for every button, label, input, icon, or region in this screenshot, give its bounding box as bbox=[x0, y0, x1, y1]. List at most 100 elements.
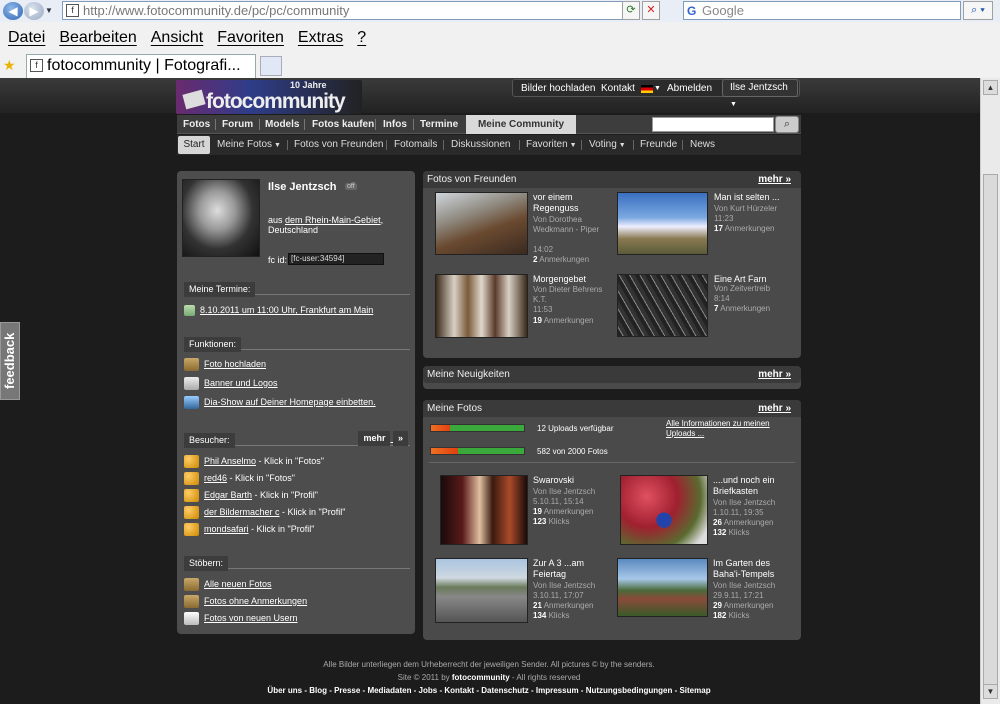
menu-extras[interactable]: Extras bbox=[298, 26, 343, 50]
menu-bearbeiten[interactable]: Bearbeiten bbox=[59, 26, 136, 50]
user-dropdown-icon: ▼ bbox=[730, 101, 737, 108]
search-icon[interactable]: ⌕ bbox=[775, 116, 799, 133]
footer-links[interactable]: Über uns - Blog - Presse - Mediadaten - … bbox=[177, 684, 801, 697]
feedback-tab[interactable]: feedback bbox=[0, 322, 20, 400]
site-logo[interactable]: 10 Jahre fotocommunity bbox=[176, 80, 362, 114]
menu-ansicht[interactable]: Ansicht bbox=[151, 26, 203, 50]
language-dropdown-icon[interactable]: ▼ bbox=[654, 81, 661, 96]
browser-tab[interactable]: f fotocommunity | Fotografi... bbox=[26, 54, 256, 78]
address-bar[interactable]: f http://www.fotocommunity.de/pc/pc/comm… bbox=[62, 1, 638, 20]
browse-row[interactable]: Fotos ohne Anmerkungen bbox=[184, 595, 307, 609]
visitor-link[interactable]: mondsafari bbox=[204, 524, 249, 534]
subnav-news[interactable]: News bbox=[690, 135, 715, 155]
page-scrollbar[interactable]: ▲ ▼ bbox=[980, 78, 1000, 704]
region-link[interactable]: dem Rhein-Main-Gebiet bbox=[285, 215, 381, 225]
upload-function-link[interactable]: Foto hochladen bbox=[204, 359, 266, 369]
nav-fotos-kaufen[interactable]: Fotos kaufen bbox=[312, 115, 374, 134]
menu-datei[interactable]: Datei bbox=[8, 26, 45, 50]
site-search-input[interactable] bbox=[652, 117, 774, 132]
stop-icon[interactable]: ✕ bbox=[642, 1, 660, 20]
browse-row[interactable]: Alle neuen Fotos bbox=[184, 578, 272, 592]
menu-help[interactable]: ? bbox=[357, 26, 366, 50]
language-flag-icon[interactable] bbox=[641, 85, 653, 93]
subnav-voting[interactable]: Voting ▼ bbox=[589, 135, 626, 156]
visitor-link[interactable]: red46 bbox=[204, 473, 227, 483]
footer-site-link[interactable]: fotocommunity bbox=[452, 673, 510, 682]
avatar[interactable] bbox=[182, 179, 260, 257]
photo-thumbnail[interactable] bbox=[440, 475, 528, 545]
photo-thumbnail[interactable] bbox=[617, 274, 708, 337]
back-button[interactable]: ◀ bbox=[3, 2, 23, 20]
menu-favoriten[interactable]: Favoriten bbox=[217, 26, 284, 50]
subnav-fotomails[interactable]: Fotomails bbox=[394, 135, 437, 155]
scroll-down-icon[interactable]: ▼ bbox=[983, 684, 998, 699]
photo-thumbnail[interactable] bbox=[435, 274, 528, 338]
nav-models[interactable]: Models bbox=[265, 115, 299, 134]
photos-no-comments-link[interactable]: Fotos ohne Anmerkungen bbox=[204, 596, 307, 606]
photo-title[interactable]: Im Garten des Baha'i-Tempels bbox=[713, 558, 798, 580]
nav-infos[interactable]: Infos bbox=[383, 115, 407, 134]
photo-thumbnail[interactable] bbox=[617, 558, 708, 617]
upload-function[interactable]: Foto hochladen bbox=[184, 358, 266, 372]
subnav-fotos-von-freunden[interactable]: Fotos von Freunden bbox=[294, 135, 384, 155]
forward-button[interactable]: ▶ bbox=[24, 2, 44, 20]
contact-link[interactable]: Kontakt bbox=[601, 81, 635, 96]
history-dropdown-icon[interactable]: ▼ bbox=[45, 6, 53, 15]
tab-favicon-icon: f bbox=[30, 59, 43, 72]
scroll-up-icon[interactable]: ▲ bbox=[983, 80, 998, 95]
new-users-photos-link[interactable]: Fotos von neuen Usern bbox=[204, 613, 298, 623]
search-go-button[interactable]: ⌕ ▾ bbox=[963, 1, 993, 20]
upload-link[interactable]: Bilder hochladen bbox=[521, 81, 596, 96]
nav-meine-community[interactable]: Meine Community bbox=[466, 115, 576, 134]
logout-link[interactable]: Abmelden bbox=[667, 81, 712, 96]
profile-name[interactable]: Ilse Jentzsch bbox=[268, 181, 336, 193]
uploads-info-link[interactable]: Alle Informationen zu meinen Uploads ... bbox=[666, 419, 786, 439]
all-new-photos-link[interactable]: Alle neuen Fotos bbox=[204, 579, 272, 589]
slideshow-function[interactable]: Dia-Show auf Deiner Homepage einbetten. bbox=[184, 396, 376, 410]
nav-fotos[interactable]: Fotos bbox=[183, 115, 210, 134]
banner-function[interactable]: Banner und Logos bbox=[184, 377, 278, 391]
photo-thumbnail[interactable] bbox=[617, 192, 708, 255]
subnav-favoriten[interactable]: Favoriten ▼ bbox=[526, 135, 577, 156]
myfotos-mehr-link[interactable]: mehr » bbox=[758, 400, 791, 417]
nav-termine[interactable]: Termine bbox=[420, 115, 458, 134]
user-menu-button[interactable]: Ilse Jentzsch ▼ bbox=[722, 79, 798, 108]
favorites-star-icon[interactable]: ★ bbox=[3, 57, 16, 74]
besucher-mehr-link[interactable]: mehr » bbox=[358, 431, 408, 446]
visitor-link[interactable]: Phil Anselmo bbox=[204, 456, 256, 466]
photo-thumbnail[interactable] bbox=[435, 558, 528, 623]
subnav-diskussionen[interactable]: Diskussionen bbox=[451, 135, 510, 155]
photo-title[interactable]: vor einem Regenguss bbox=[533, 192, 603, 214]
visitor-link[interactable]: der Bildermacher c bbox=[204, 507, 280, 517]
banner-function-link[interactable]: Banner und Logos bbox=[204, 378, 278, 388]
photo-clicks: 132 Klicks bbox=[713, 528, 749, 538]
tab-row: ★ f fotocommunity | Fotografi... bbox=[0, 53, 1000, 78]
subnav-meine-fotos[interactable]: Meine Fotos ▼ bbox=[217, 135, 281, 156]
google-search-input[interactable]: G Google bbox=[683, 1, 961, 20]
nav-forum[interactable]: Forum bbox=[222, 115, 253, 134]
photo-title[interactable]: Morgengebet bbox=[533, 274, 586, 285]
browse-row[interactable]: Fotos von neuen Usern bbox=[184, 612, 298, 626]
photo-thumbnail[interactable] bbox=[435, 192, 528, 255]
nav-separator bbox=[304, 119, 305, 130]
refresh-icon[interactable]: ⟳ bbox=[622, 1, 640, 20]
news-mehr-link[interactable]: mehr » bbox=[758, 366, 791, 383]
photo-title[interactable]: Swarovski bbox=[533, 475, 574, 486]
termin-link[interactable]: 8.10.2011 um 11:00 Uhr, Frankfurt am Mai… bbox=[200, 305, 373, 315]
slideshow-function-link[interactable]: Dia-Show auf Deiner Homepage einbetten. bbox=[204, 397, 376, 407]
fcid-field[interactable]: [fc-user:34594] bbox=[288, 253, 384, 265]
scrollbar-thumb[interactable] bbox=[983, 174, 998, 694]
subnav-start[interactable]: Start bbox=[178, 136, 210, 154]
subnav-freunde[interactable]: Freunde bbox=[640, 135, 677, 155]
new-tab-button[interactable] bbox=[260, 56, 282, 76]
photo-title[interactable]: Man ist selten ... bbox=[714, 192, 794, 203]
double-arrow-icon: » bbox=[392, 431, 408, 446]
termin-item[interactable]: 8.10.2011 um 11:00 Uhr, Frankfurt am Mai… bbox=[184, 304, 373, 317]
photo-title[interactable]: ....und noch ein Briefkasten bbox=[713, 475, 793, 497]
myfotos-header: Meine Fotos mehr » bbox=[423, 400, 801, 417]
friends-mehr-link[interactable]: mehr » bbox=[758, 171, 791, 188]
visitor-link[interactable]: Edgar Barth bbox=[204, 490, 252, 500]
click-count: 134 bbox=[533, 611, 547, 620]
photo-title[interactable]: Zur A 3 ...am Feiertag bbox=[533, 558, 613, 580]
photo-thumbnail[interactable] bbox=[620, 475, 708, 545]
